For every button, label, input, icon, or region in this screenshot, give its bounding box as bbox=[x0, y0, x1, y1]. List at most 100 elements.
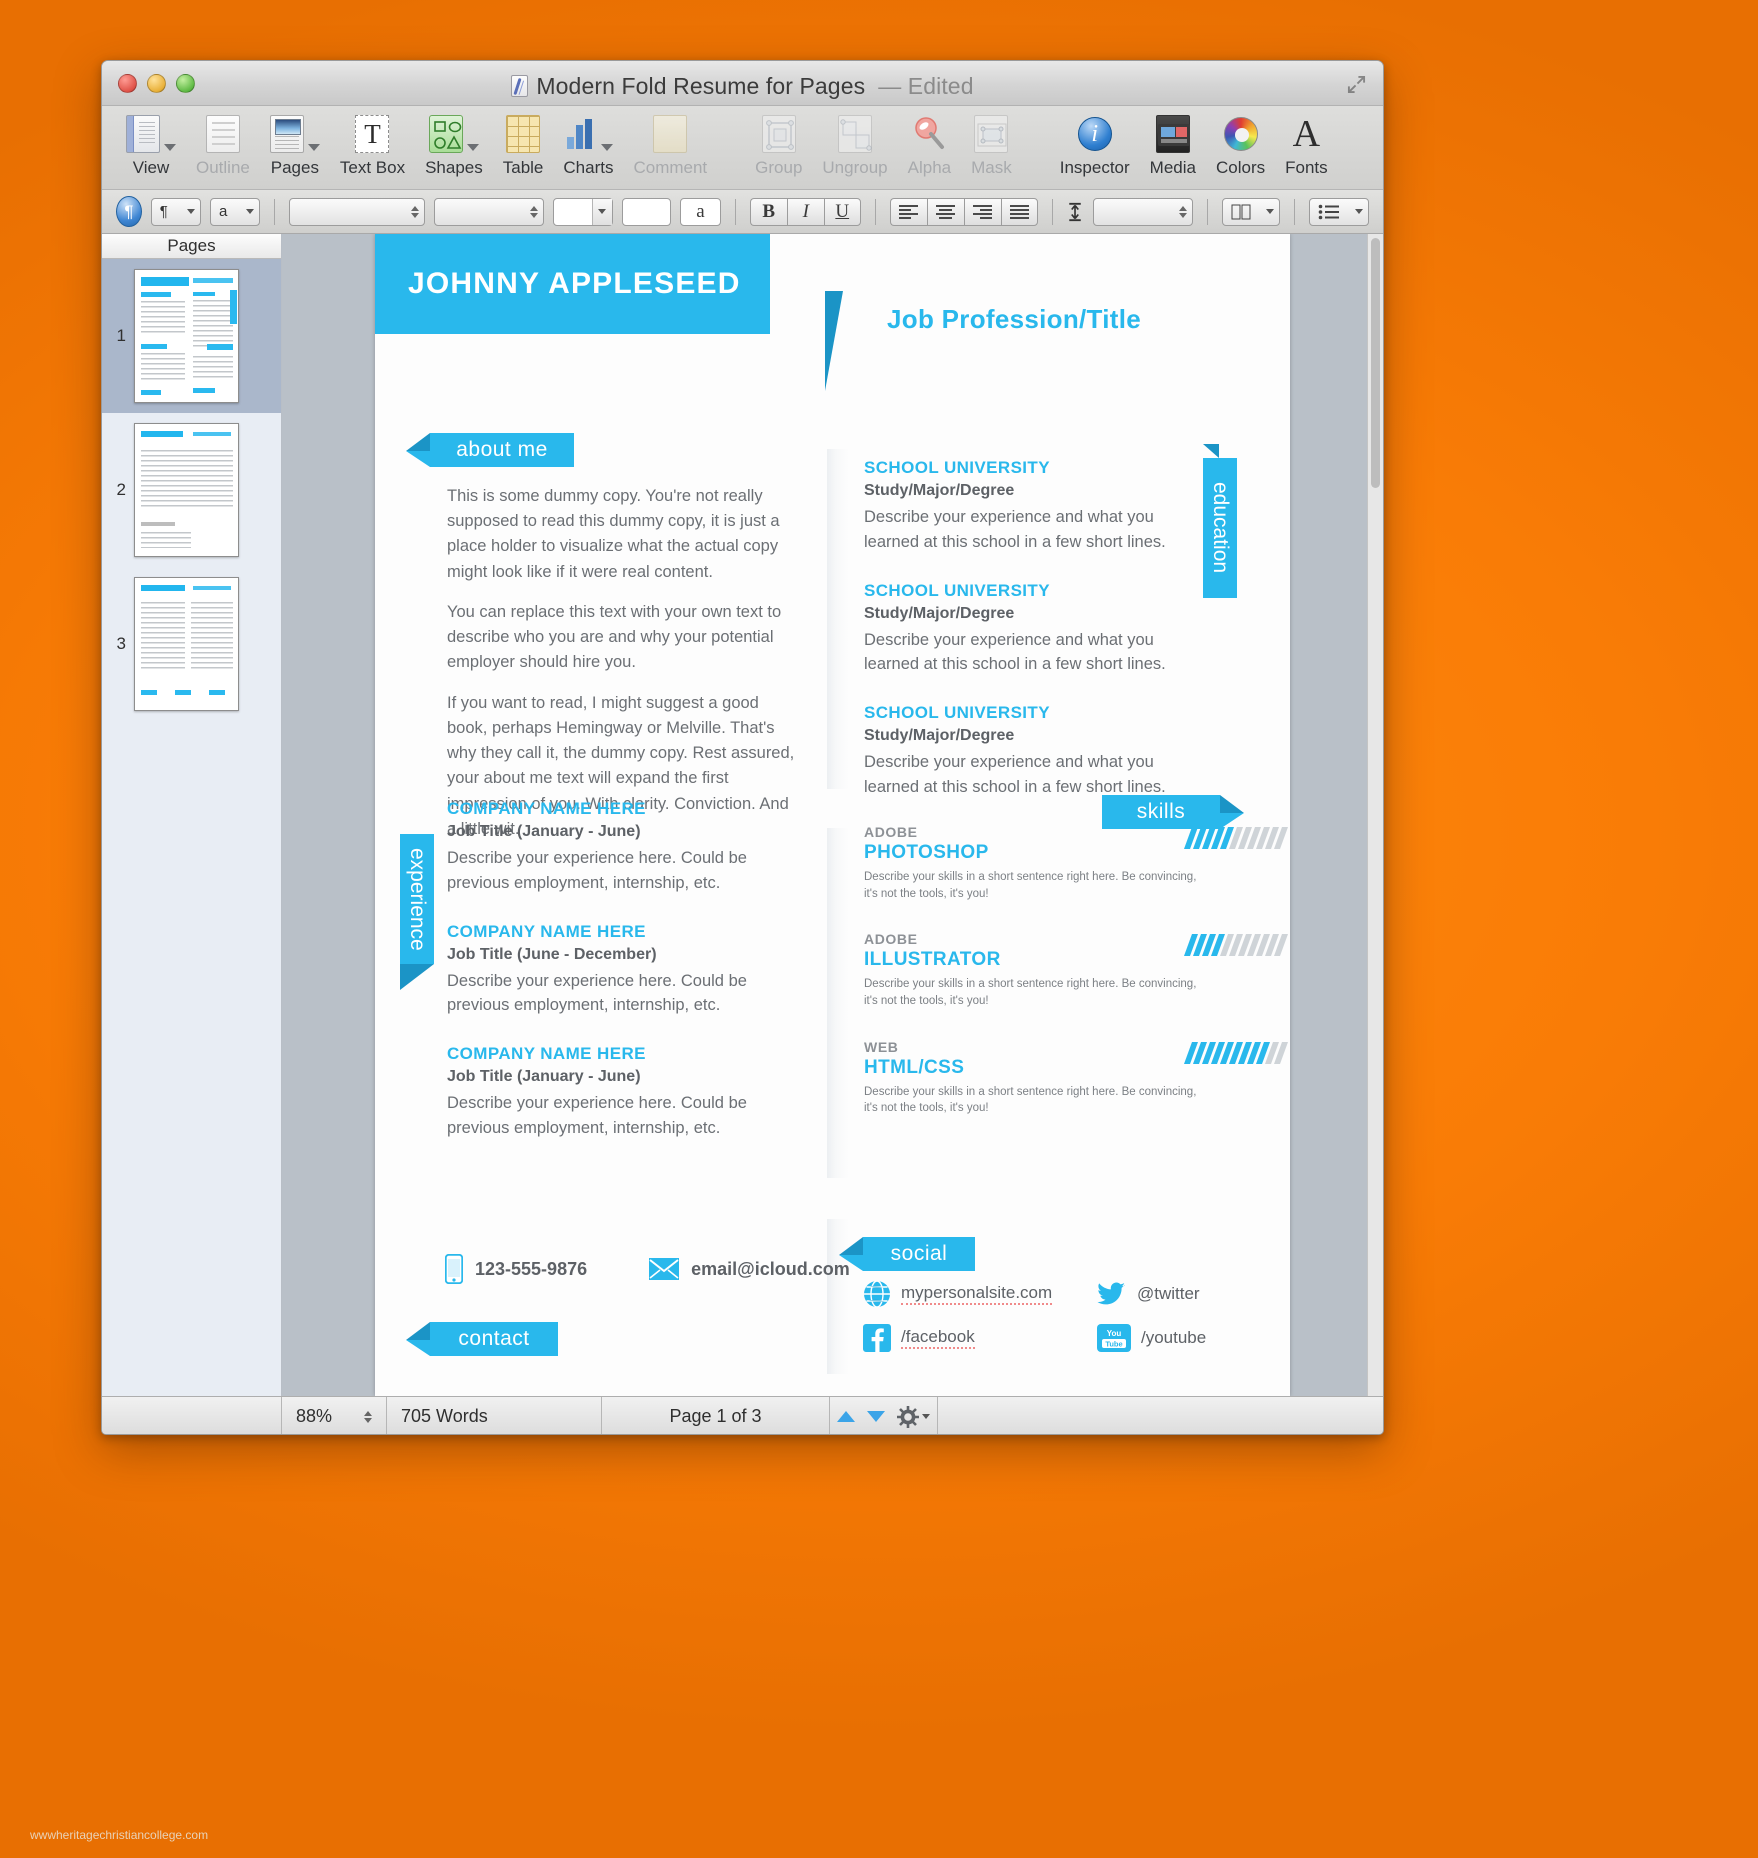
toolbar-button-table[interactable]: Table bbox=[493, 112, 554, 178]
align-center-button[interactable] bbox=[926, 197, 964, 226]
align-left-button[interactable] bbox=[889, 197, 927, 226]
page-thumbnail-3[interactable]: 3 bbox=[102, 567, 281, 721]
toolbar-button-fonts[interactable]: Fonts bbox=[1275, 112, 1338, 178]
toolbar-button-inspector[interactable]: Inspector bbox=[1050, 112, 1140, 178]
toolbar-label-charts: Charts bbox=[563, 158, 614, 177]
about-me-tag[interactable]: about me bbox=[406, 433, 574, 467]
experience-entry[interactable]: COMPANY NAME HERE Job Title (January - J… bbox=[447, 1044, 787, 1141]
education-entry[interactable]: SCHOOL UNIVERSITY Study/Major/Degree Des… bbox=[864, 458, 1194, 555]
window-title-bar: Modern Fold Resume for Pages — Edited bbox=[102, 61, 1383, 106]
chevron-down-icon[interactable] bbox=[601, 144, 614, 151]
contact-phone[interactable]: 123-555-9876 bbox=[445, 1254, 587, 1284]
alignment-group[interactable] bbox=[889, 197, 1038, 226]
format-bar[interactable]: ¶ ¶ a a B I U bbox=[102, 190, 1383, 234]
zoom-control[interactable]: 88% bbox=[282, 1397, 387, 1434]
font-style-dropdown[interactable] bbox=[433, 197, 545, 226]
toolbar-label-alpha: Alpha bbox=[907, 158, 952, 177]
table-icon bbox=[506, 115, 541, 153]
format-bar-divider bbox=[874, 198, 876, 225]
status-bar[interactable]: 88% 705 Words Page 1 of 3 bbox=[102, 1396, 1383, 1434]
toolbar-button-group[interactable]: Group bbox=[745, 112, 812, 178]
toolbar-button-colors[interactable]: Colors bbox=[1206, 112, 1275, 178]
toolbar-button-comment[interactable]: Comment bbox=[623, 112, 717, 178]
stepper-icon[interactable] bbox=[1178, 205, 1187, 218]
experience-entry[interactable]: COMPANY NAME HERE Job Title (June - Dece… bbox=[447, 922, 787, 1019]
list-style-dropdown[interactable] bbox=[1308, 197, 1369, 226]
toolbar-button-outline[interactable]: Outline bbox=[186, 112, 260, 178]
thumbnail-preview[interactable] bbox=[134, 423, 239, 557]
canvas-scrollbar[interactable] bbox=[1367, 234, 1383, 1396]
education-section[interactable]: SCHOOL UNIVERSITY Study/Major/Degree Des… bbox=[864, 458, 1194, 800]
document-canvas[interactable]: JOHNNY APPLESEED Job Profession/Title ab… bbox=[282, 234, 1383, 1396]
zoom-stepper[interactable] bbox=[364, 1410, 372, 1423]
experience-tag[interactable]: experience bbox=[400, 834, 434, 990]
character-style-dropdown[interactable]: a bbox=[210, 197, 261, 226]
experience-entry[interactable]: COMPANY NAME HERE Job Title (January - J… bbox=[447, 799, 787, 896]
toolbar-button-mask[interactable]: Mask bbox=[961, 112, 1022, 178]
toolbar-button-media[interactable]: Media bbox=[1140, 112, 1206, 178]
font-family-dropdown[interactable] bbox=[289, 197, 425, 226]
chevron-down-icon[interactable] bbox=[164, 144, 176, 151]
education-entry[interactable]: SCHOOL UNIVERSITY Study/Major/Degree Des… bbox=[864, 581, 1194, 678]
pages-sidebar[interactable]: Pages 1 2 3 bbox=[102, 234, 282, 1396]
toolbar-button-ungroup[interactable]: Ungroup bbox=[812, 112, 897, 178]
toolbar-button-view[interactable]: View bbox=[116, 112, 186, 178]
thumbnail-preview[interactable] bbox=[134, 269, 239, 403]
character-color-button[interactable]: a bbox=[679, 197, 721, 226]
social-facebook-text: /facebook bbox=[901, 1327, 975, 1349]
toolbar-button-charts[interactable]: Charts bbox=[553, 112, 623, 178]
toolbar-button-text-box[interactable]: T Text Box bbox=[330, 112, 415, 178]
skill-entry[interactable]: ADOBE ILLUSTRATOR Describe your skills i… bbox=[864, 931, 1289, 1009]
social-item-website[interactable]: mypersonalsite.com bbox=[863, 1280, 1063, 1308]
stepper-icon[interactable] bbox=[410, 205, 419, 218]
chevron-down-icon[interactable] bbox=[466, 144, 479, 151]
text-style-group[interactable]: B I U bbox=[749, 197, 861, 226]
skill-entry[interactable]: ADOBE PHOTOSHOP Describe your skills in … bbox=[864, 824, 1289, 902]
columns-dropdown[interactable] bbox=[1221, 197, 1281, 226]
page-thumbnail-2[interactable]: 2 bbox=[102, 413, 281, 567]
skills-section[interactable]: ADOBE PHOTOSHOP Describe your skills in … bbox=[864, 824, 1289, 1117]
social-item-facebook[interactable]: /facebook bbox=[863, 1324, 1063, 1352]
text-color-swatch[interactable] bbox=[621, 197, 671, 226]
svg-text:You: You bbox=[1107, 1329, 1122, 1338]
paragraph-styles-toggle[interactable]: ¶ bbox=[116, 196, 142, 227]
align-justify-button[interactable] bbox=[1000, 197, 1038, 226]
resume-page[interactable]: JOHNNY APPLESEED Job Profession/Title ab… bbox=[375, 234, 1290, 1396]
page-down-icon[interactable] bbox=[867, 1411, 885, 1422]
gear-icon bbox=[897, 1405, 919, 1428]
name-banner[interactable]: JOHNNY APPLESEED bbox=[375, 234, 770, 334]
skill-entry[interactable]: WEB HTML/CSS Describe your skills in a s… bbox=[864, 1039, 1289, 1117]
experience-section[interactable]: COMPANY NAME HERE Job Title (January - J… bbox=[447, 799, 787, 1141]
thumbnail-preview[interactable] bbox=[134, 577, 239, 711]
stepper-icon[interactable] bbox=[530, 205, 539, 218]
line-spacing-icon[interactable] bbox=[1066, 197, 1084, 227]
fullscreen-icon[interactable] bbox=[1347, 75, 1366, 94]
social-item-youtube[interactable]: You Tube /youtube bbox=[1097, 1324, 1206, 1352]
education-tag[interactable]: education bbox=[1203, 444, 1237, 598]
education-entry[interactable]: SCHOOL UNIVERSITY Study/Major/Degree Des… bbox=[864, 703, 1194, 800]
align-right-button[interactable] bbox=[963, 197, 1001, 226]
italic-button[interactable]: I bbox=[786, 197, 824, 226]
contact-email[interactable]: email@icloud.com bbox=[649, 1258, 850, 1280]
toolbar-button-pages[interactable]: Pages bbox=[260, 112, 330, 178]
page-up-icon[interactable] bbox=[837, 1411, 855, 1422]
contact-row[interactable]: 123-555-9876 email@icloud.com bbox=[445, 1254, 850, 1284]
line-spacing-dropdown[interactable] bbox=[1093, 197, 1193, 226]
contact-tag[interactable]: contact bbox=[406, 1322, 558, 1356]
main-toolbar[interactable]: View Outline Pages T Text Box Shapes Tab… bbox=[102, 106, 1383, 190]
bold-button[interactable]: B bbox=[749, 197, 787, 226]
social-item-twitter[interactable]: @twitter bbox=[1097, 1281, 1200, 1307]
social-tag[interactable]: social bbox=[839, 1237, 975, 1271]
chevron-down-icon[interactable] bbox=[307, 144, 320, 151]
paragraph-style-dropdown[interactable]: ¶ bbox=[150, 197, 202, 226]
social-section[interactable]: mypersonalsite.com @twitter /facebook Yo… bbox=[863, 1280, 1233, 1352]
page-thumbnail-1[interactable]: 1 bbox=[102, 259, 281, 413]
toolbar-button-shapes[interactable]: Shapes bbox=[415, 112, 493, 178]
view-settings-button[interactable] bbox=[897, 1405, 930, 1428]
scrollbar-thumb[interactable] bbox=[1371, 238, 1380, 488]
toolbar-button-alpha[interactable]: Alpha bbox=[898, 112, 961, 178]
underline-button[interactable]: U bbox=[823, 197, 861, 226]
page-navigation[interactable] bbox=[830, 1397, 938, 1434]
font-size-field[interactable] bbox=[553, 197, 613, 226]
chevron-down-icon[interactable] bbox=[598, 209, 607, 214]
